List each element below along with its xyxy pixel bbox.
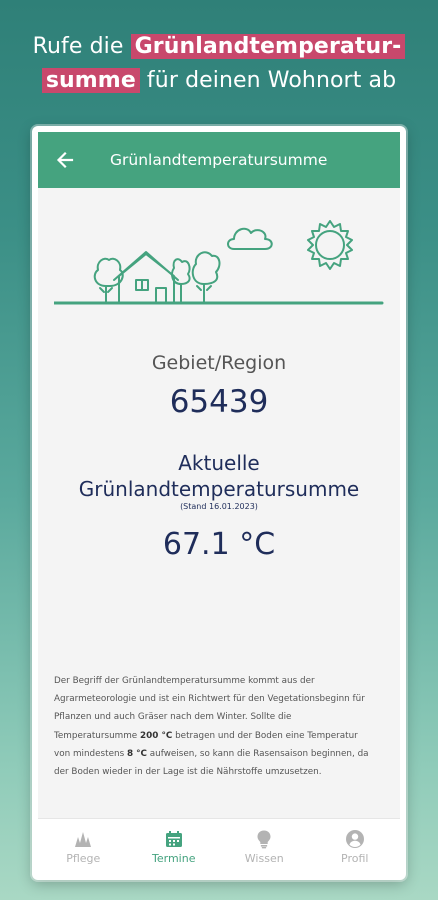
nav-item-wissen[interactable]: Wissen: [219, 819, 310, 874]
promo-line-2: summe für deinen Wohnort ab: [0, 64, 438, 98]
nav-label: Termine: [152, 851, 196, 865]
nav-item-termine[interactable]: Termine: [129, 819, 220, 874]
promo-highlight: summe: [41, 68, 140, 93]
grass-icon: [75, 831, 92, 847]
description-text: Der Begriff der Grünlandtemperatursumme …: [54, 672, 372, 781]
nav-label: Pflege: [66, 851, 101, 865]
promo-line-1: Rufe die Grünlandtemperatur-: [0, 30, 438, 64]
current-sum-heading-line-1: Aktuelle: [178, 451, 260, 475]
current-sum-heading-line-2: Grünlandtemperatursumme: [78, 477, 360, 501]
current-sum-value: 67.1 °C: [162, 527, 276, 562]
bottom-navigation: Pflege Termine Wissen Profil: [38, 818, 400, 874]
calendar-icon: [165, 830, 182, 847]
description-bold: 8 °C: [126, 748, 147, 759]
region-value: 65439: [169, 384, 269, 420]
promo-text: für deinen Wohnort ab: [139, 68, 397, 93]
lightbulb-icon: [257, 830, 271, 848]
region-label: Gebiet/Region: [151, 352, 287, 374]
arrow-left-icon: [56, 151, 74, 169]
current-sum-date: (Stand 16.01.2023): [180, 502, 258, 511]
promo-highlight: Grünlandtemperatur-: [130, 34, 406, 59]
profile-icon: [345, 829, 364, 848]
app-bar: Grünlandtemperatursumme: [38, 132, 400, 188]
nav-item-profil[interactable]: Profil: [310, 819, 401, 874]
promo-headline: Rufe die Grünlandtemperatur- summe für d…: [0, 30, 438, 98]
nav-label: Wissen: [244, 851, 284, 865]
nav-label: Profil: [341, 851, 369, 865]
description-bold: 200 °C: [140, 730, 173, 741]
back-button[interactable]: [38, 132, 92, 188]
app-screen: Grünlandtemperatursumme Gebiet/Region 65…: [38, 132, 400, 874]
page-title: Grünlandtemperatursumme: [110, 151, 328, 169]
phone-frame: Grünlandtemperatursumme Gebiet/Region 65…: [32, 126, 406, 880]
landscape-illustration: [54, 220, 384, 305]
current-sum-heading: Aktuelle Grünlandtemperatursumme: [38, 450, 400, 502]
promo-text: Rufe die: [32, 34, 131, 59]
nav-item-pflege[interactable]: Pflege: [38, 819, 129, 874]
